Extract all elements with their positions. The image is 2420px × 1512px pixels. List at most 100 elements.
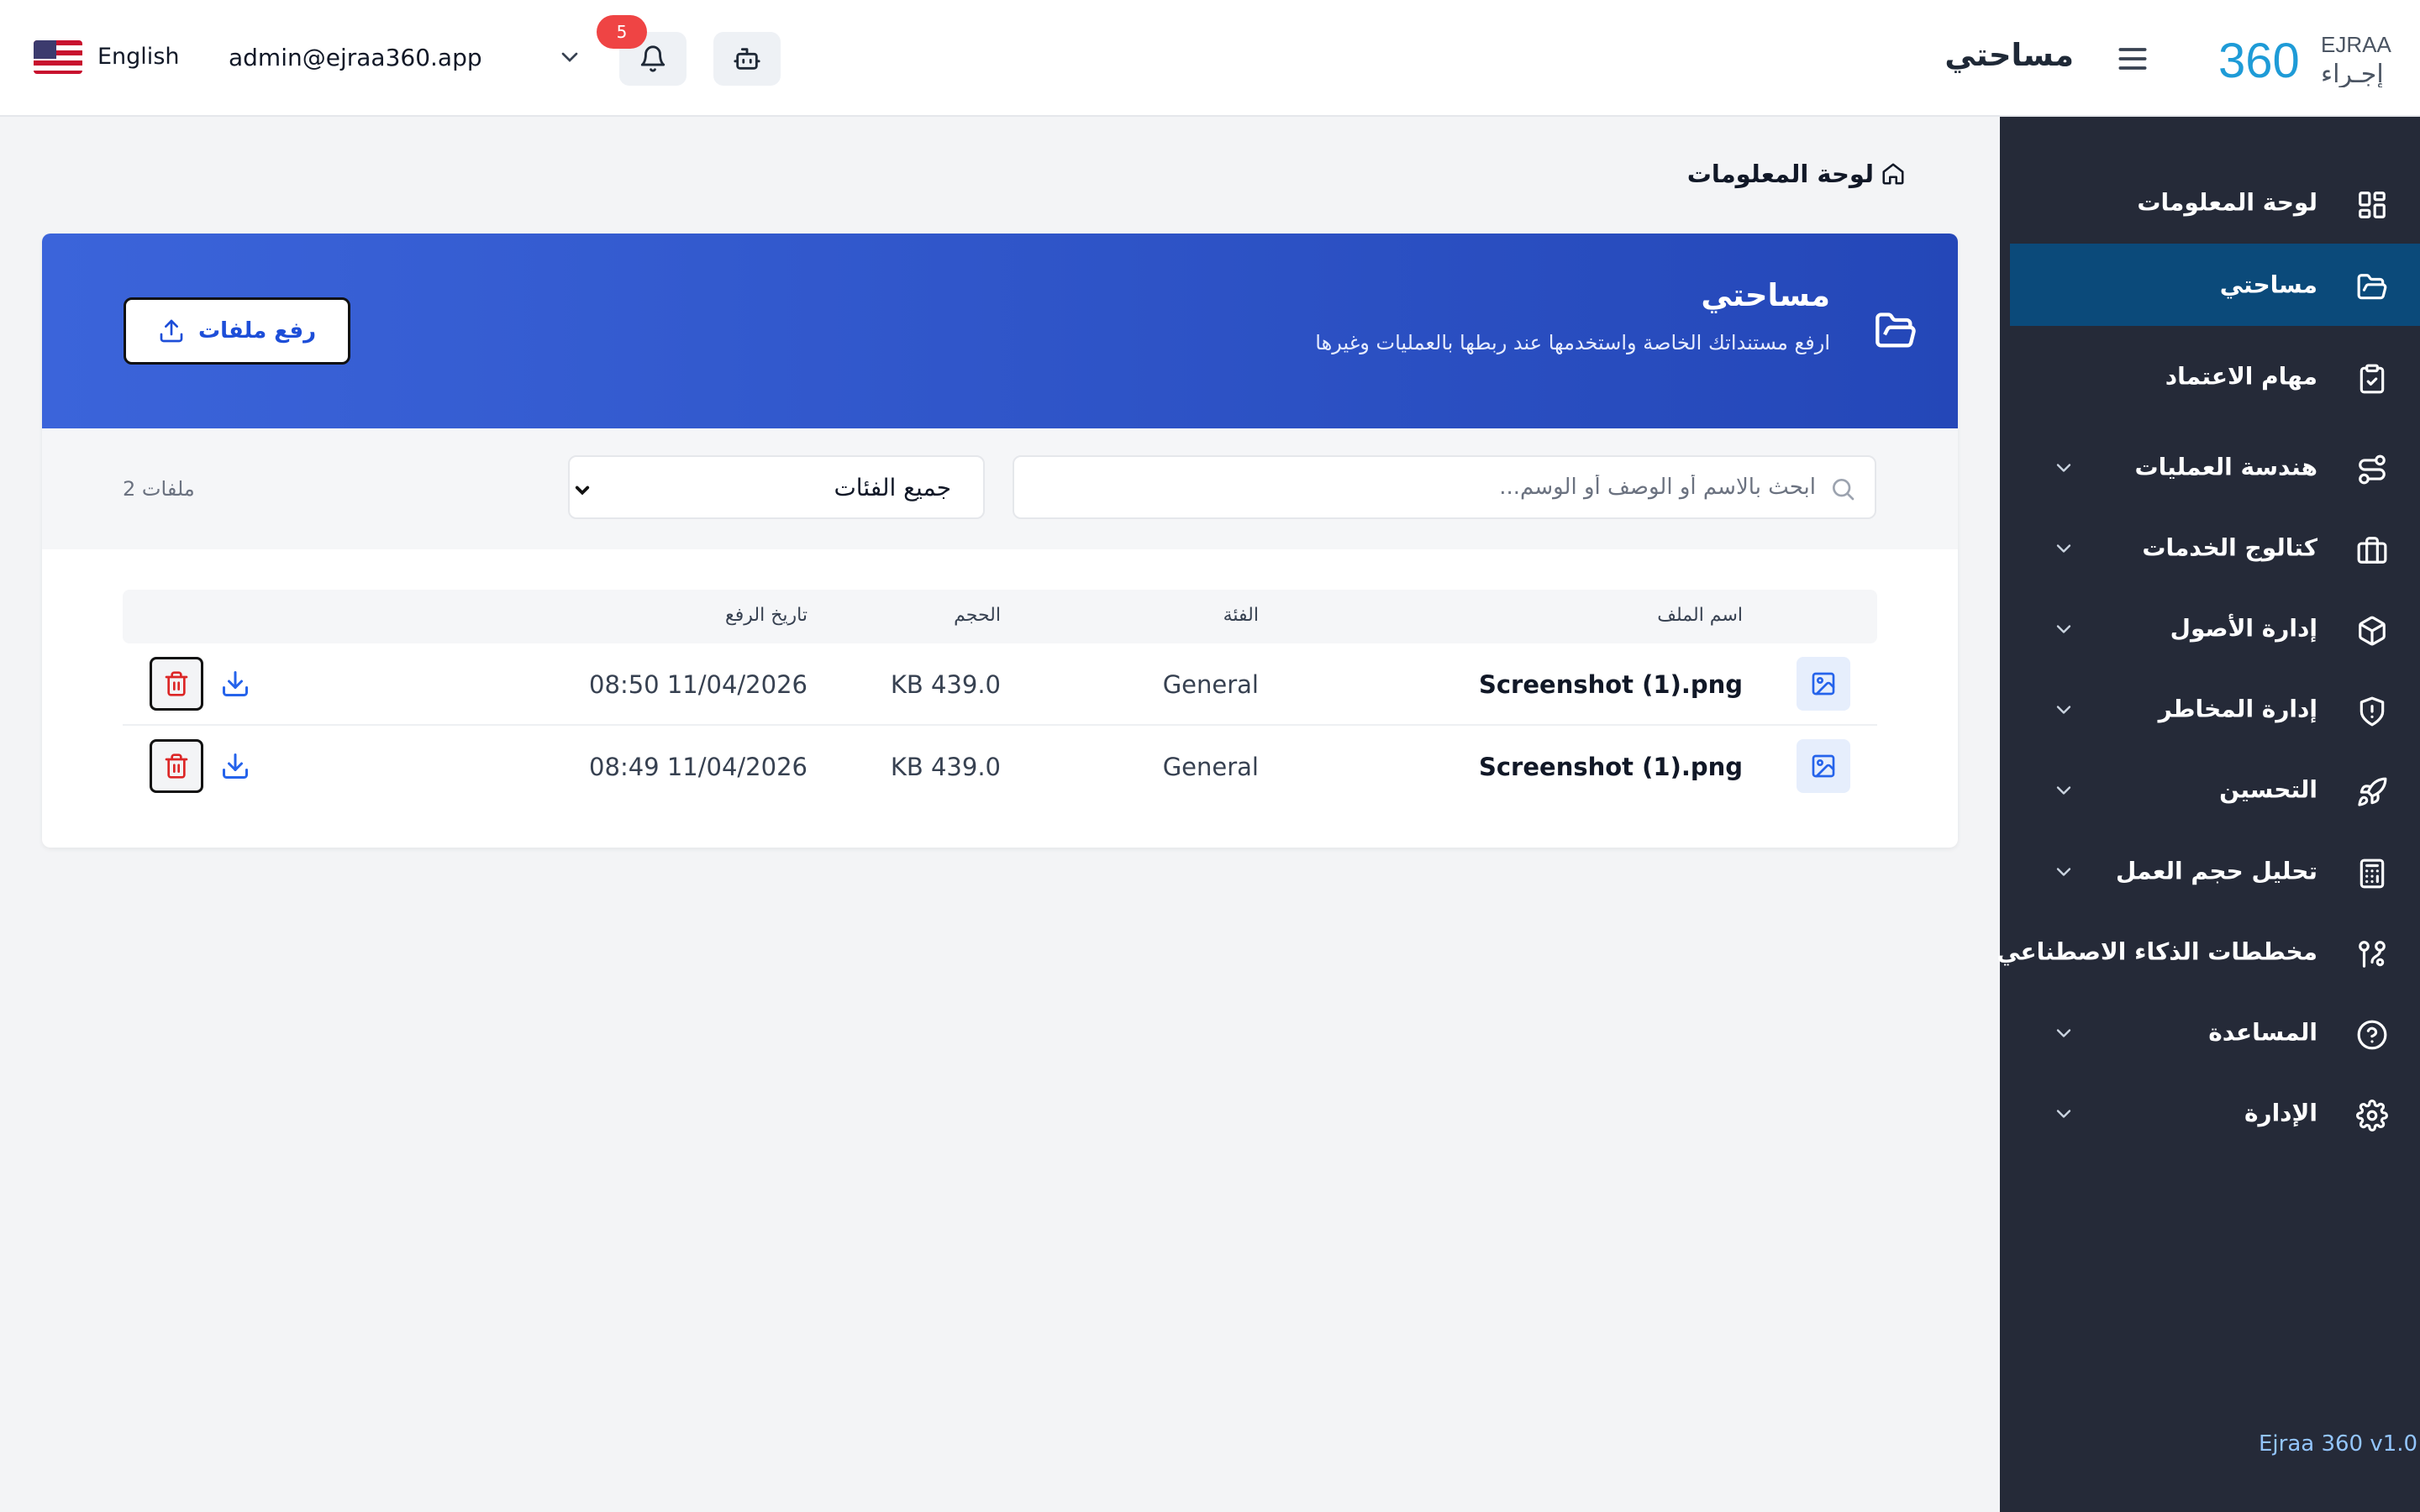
folder-open-icon	[1876, 312, 1916, 348]
sidebar-item-1[interactable]: مساحتي	[2010, 244, 2420, 326]
sidebar-item-label: هندسة العمليات	[2134, 453, 2317, 481]
svg-text:EJRAA: EJRAA	[2321, 32, 2391, 57]
page-banner: مساحتي ارفع مستنداتك الخاصة واستخدمها عن…	[42, 234, 1958, 428]
page-title: مساحتي	[1944, 37, 2074, 73]
column-header-size: الحجم	[954, 605, 1001, 626]
sidebar-item-8[interactable]: تحليل حجم العمل	[2010, 830, 2420, 912]
search-box	[1013, 455, 1876, 519]
category-select[interactable]: جميع الفئات	[568, 455, 985, 519]
sidebar-item-label: تحليل حجم العمل	[2115, 857, 2317, 885]
workflow-icon	[2359, 941, 2386, 968]
gear-icon	[2356, 1100, 2388, 1131]
dashboard-icon	[2359, 192, 2386, 218]
filter-bar: جميع الفئات 2 ملفات	[42, 428, 1958, 549]
ejraa-logo: 360 EJRAA إجـراء	[2218, 27, 2396, 89]
sidebar-item-6[interactable]: إدارة المخاطر	[2010, 668, 2420, 750]
calculator-icon	[2360, 858, 2385, 889]
sidebar-item-label: إدارة المخاطر	[2158, 695, 2317, 723]
table-row: Screenshot (1).png General KB 439.0 08:50 1…	[123, 643, 1877, 726]
category-select-value: جميع الفئات	[834, 474, 951, 501]
rocket-icon	[2358, 777, 2387, 806]
sidebar-item-9[interactable]: مخططات الذكاء الاصطناعي	[1996, 911, 2420, 993]
file-type-image-icon	[1797, 739, 1850, 793]
upload-files-label: رفع ملفات	[197, 318, 317, 344]
delete-button[interactable]	[150, 739, 203, 793]
chevron-down-icon	[575, 486, 590, 496]
trash-icon	[165, 753, 188, 779]
top-header: English admin@ejraa360.app 5 مساحتي 360 …	[0, 0, 2420, 117]
chevron-down-icon	[2056, 464, 2071, 472]
download-button[interactable]	[220, 751, 250, 781]
sidebar-item-7[interactable]: التحسين	[2010, 748, 2420, 831]
bell-icon	[640, 45, 666, 72]
briefcase-icon	[2357, 537, 2387, 564]
chevron-down-icon[interactable]	[556, 44, 583, 71]
sidebar-item-10[interactable]: المساعدة	[2010, 991, 2420, 1074]
table-row: Screenshot (1).png General KB 439.0 08:49 1…	[123, 726, 1877, 808]
route-icon	[2359, 454, 2386, 485]
file-size: KB 439.0	[890, 670, 1001, 699]
user-email[interactable]: admin@ejraa360.app	[229, 44, 482, 71]
sidebar-item-label: التحسين	[2219, 775, 2317, 804]
chevron-down-icon	[2056, 625, 2071, 633]
file-category: General	[1162, 670, 1259, 699]
chevron-down-icon	[2056, 1110, 2071, 1118]
sidebar-item-4[interactable]: كتالوج الخدمات	[2010, 507, 2420, 589]
shield-alert-icon	[2360, 696, 2385, 727]
sidebar-item-label: إدارة الأصول	[2170, 614, 2317, 643]
svg-text:إجـراء: إجـراء	[2321, 60, 2384, 87]
sidebar-item-label: المساعدة	[2208, 1018, 2317, 1047]
sidebar-item-label: مهام الاعتماد	[2165, 362, 2317, 391]
download-icon	[223, 671, 248, 696]
chevron-down-icon	[2056, 706, 2071, 714]
chevron-down-icon	[2056, 786, 2071, 795]
column-header-category: الفئة	[1223, 605, 1259, 626]
image-icon	[1812, 672, 1835, 696]
upload-icon	[160, 319, 183, 343]
sidebar-item-0[interactable]: لوحة المعلومات	[2010, 161, 2420, 244]
table-header: اسم الملف الفئة الحجم تاريخ الرفع	[123, 590, 1877, 643]
download-icon	[223, 753, 248, 779]
banner-title: مساحتي	[1701, 277, 1830, 313]
svg-text:360: 360	[2218, 34, 2300, 87]
search-icon	[1833, 479, 1854, 501]
breadcrumb-label: لوحة المعلومات	[1686, 160, 1874, 188]
app-version: Ejraa 360 v1.0	[2259, 1431, 2418, 1457]
sidebar-item-2[interactable]: مهام الاعتماد	[2010, 335, 2420, 417]
sidebar-item-11[interactable]: الإدارة	[2010, 1072, 2420, 1154]
file-name[interactable]: Screenshot (1).png	[1479, 670, 1743, 699]
file-upload-date: 08:50 11/04/2026	[589, 670, 808, 699]
us-flag-icon[interactable]	[34, 40, 82, 74]
file-size: KB 439.0	[890, 753, 1001, 781]
sidebar-item-label: لوحة المعلومات	[2137, 188, 2317, 217]
sidebar-item-label: الإدارة	[2244, 1099, 2317, 1127]
chevron-down-icon	[2056, 1029, 2071, 1037]
sidebar-item-3[interactable]: هندسة العمليات	[2010, 426, 2420, 508]
banner-subtitle: ارفع مستنداتك الخاصة واستخدمها عند ربطها…	[1315, 331, 1830, 354]
upload-files-button[interactable]: رفع ملفات	[124, 297, 350, 365]
download-button[interactable]	[220, 669, 250, 699]
files-table: اسم الملف الفئة الحجم تاريخ الرفع Screen…	[123, 590, 1877, 808]
sidebar-item-label: مساحتي	[2219, 270, 2317, 299]
file-upload-date: 08:49 11/04/2026	[589, 753, 808, 781]
clipboard-check-icon	[2360, 364, 2385, 394]
hamburger-menu-icon[interactable]	[2114, 40, 2151, 77]
sidebar-item-label: مخططات الذكاء الاصطناعي	[1996, 937, 2317, 966]
file-category: General	[1162, 753, 1259, 781]
chevron-down-icon	[2056, 544, 2071, 553]
image-icon	[1812, 754, 1835, 778]
search-input[interactable]	[1060, 457, 1816, 517]
bot-icon	[734, 48, 760, 70]
ai-assistant-button[interactable]	[713, 32, 781, 86]
help-circle-icon	[2357, 1020, 2387, 1050]
home-icon	[1882, 163, 1904, 185]
language-switcher[interactable]: English	[97, 44, 180, 70]
notification-count-badge: 5	[597, 15, 647, 49]
breadcrumb[interactable]: لوحة المعلومات	[1687, 160, 1906, 188]
delete-button[interactable]	[150, 657, 203, 711]
sidebar-item-5[interactable]: إدارة الأصول	[2010, 587, 2420, 669]
file-name[interactable]: Screenshot (1).png	[1479, 753, 1743, 781]
my-space-card: مساحتي ارفع مستنداتك الخاصة واستخدمها عن…	[42, 234, 1958, 848]
cube-icon	[2359, 616, 2386, 646]
file-count: 2 ملفات	[123, 477, 195, 501]
